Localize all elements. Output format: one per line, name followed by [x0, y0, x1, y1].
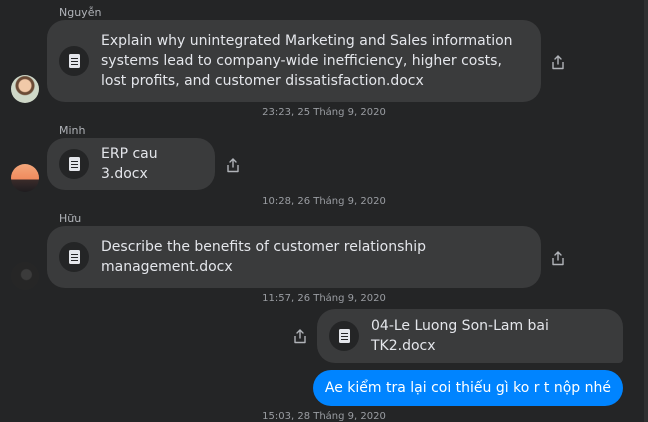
- file-attachment-bubble[interactable]: ERP cau 3.docx: [47, 138, 215, 190]
- avatar[interactable]: [11, 75, 39, 103]
- file-name: Describe the benefits of customer relati…: [101, 239, 427, 275]
- document-icon: [59, 242, 89, 272]
- document-icon: [59, 149, 89, 179]
- share-icon[interactable]: [550, 250, 566, 266]
- file-name: 04-Le Luong Son-Lam bai TK2.docx: [371, 318, 549, 354]
- message-timestamp: 11:57, 26 Tháng 9, 2020: [262, 293, 386, 304]
- share-icon[interactable]: [225, 157, 241, 173]
- document-icon: [59, 46, 89, 76]
- file-name: Explain why unintegrated Marketing and S…: [101, 33, 513, 89]
- document-icon: [329, 321, 359, 351]
- file-attachment-bubble[interactable]: Explain why unintegrated Marketing and S…: [47, 20, 541, 102]
- message-text: Ae kiểm tra lại coi thiếu gì ko r t nộp …: [324, 380, 611, 396]
- message-timestamp: 23:23, 25 Tháng 9, 2020: [262, 107, 386, 118]
- scrollbar[interactable]: [644, 0, 648, 422]
- avatar[interactable]: [11, 262, 39, 290]
- file-attachment-bubble[interactable]: 04-Le Luong Son-Lam bai TK2.docx: [317, 309, 623, 363]
- sender-name: Nguyễn: [59, 6, 102, 19]
- chat-thread: Nguyễn Explain why unintegrated Marketin…: [0, 0, 648, 422]
- outgoing-message-bubble[interactable]: Ae kiểm tra lại coi thiếu gì ko r t nộp …: [312, 370, 623, 406]
- file-name: ERP cau 3.docx: [101, 146, 158, 182]
- message-timestamp: 10:28, 26 Tháng 9, 2020: [262, 196, 386, 207]
- avatar[interactable]: [11, 164, 39, 192]
- file-attachment-bubble[interactable]: Describe the benefits of customer relati…: [47, 226, 541, 288]
- share-icon[interactable]: [292, 328, 308, 344]
- sender-name: Hữu: [59, 212, 82, 225]
- share-icon[interactable]: [550, 54, 566, 70]
- sender-name: Minh: [59, 124, 86, 137]
- message-timestamp: 15:03, 28 Tháng 9, 2020: [262, 411, 386, 422]
